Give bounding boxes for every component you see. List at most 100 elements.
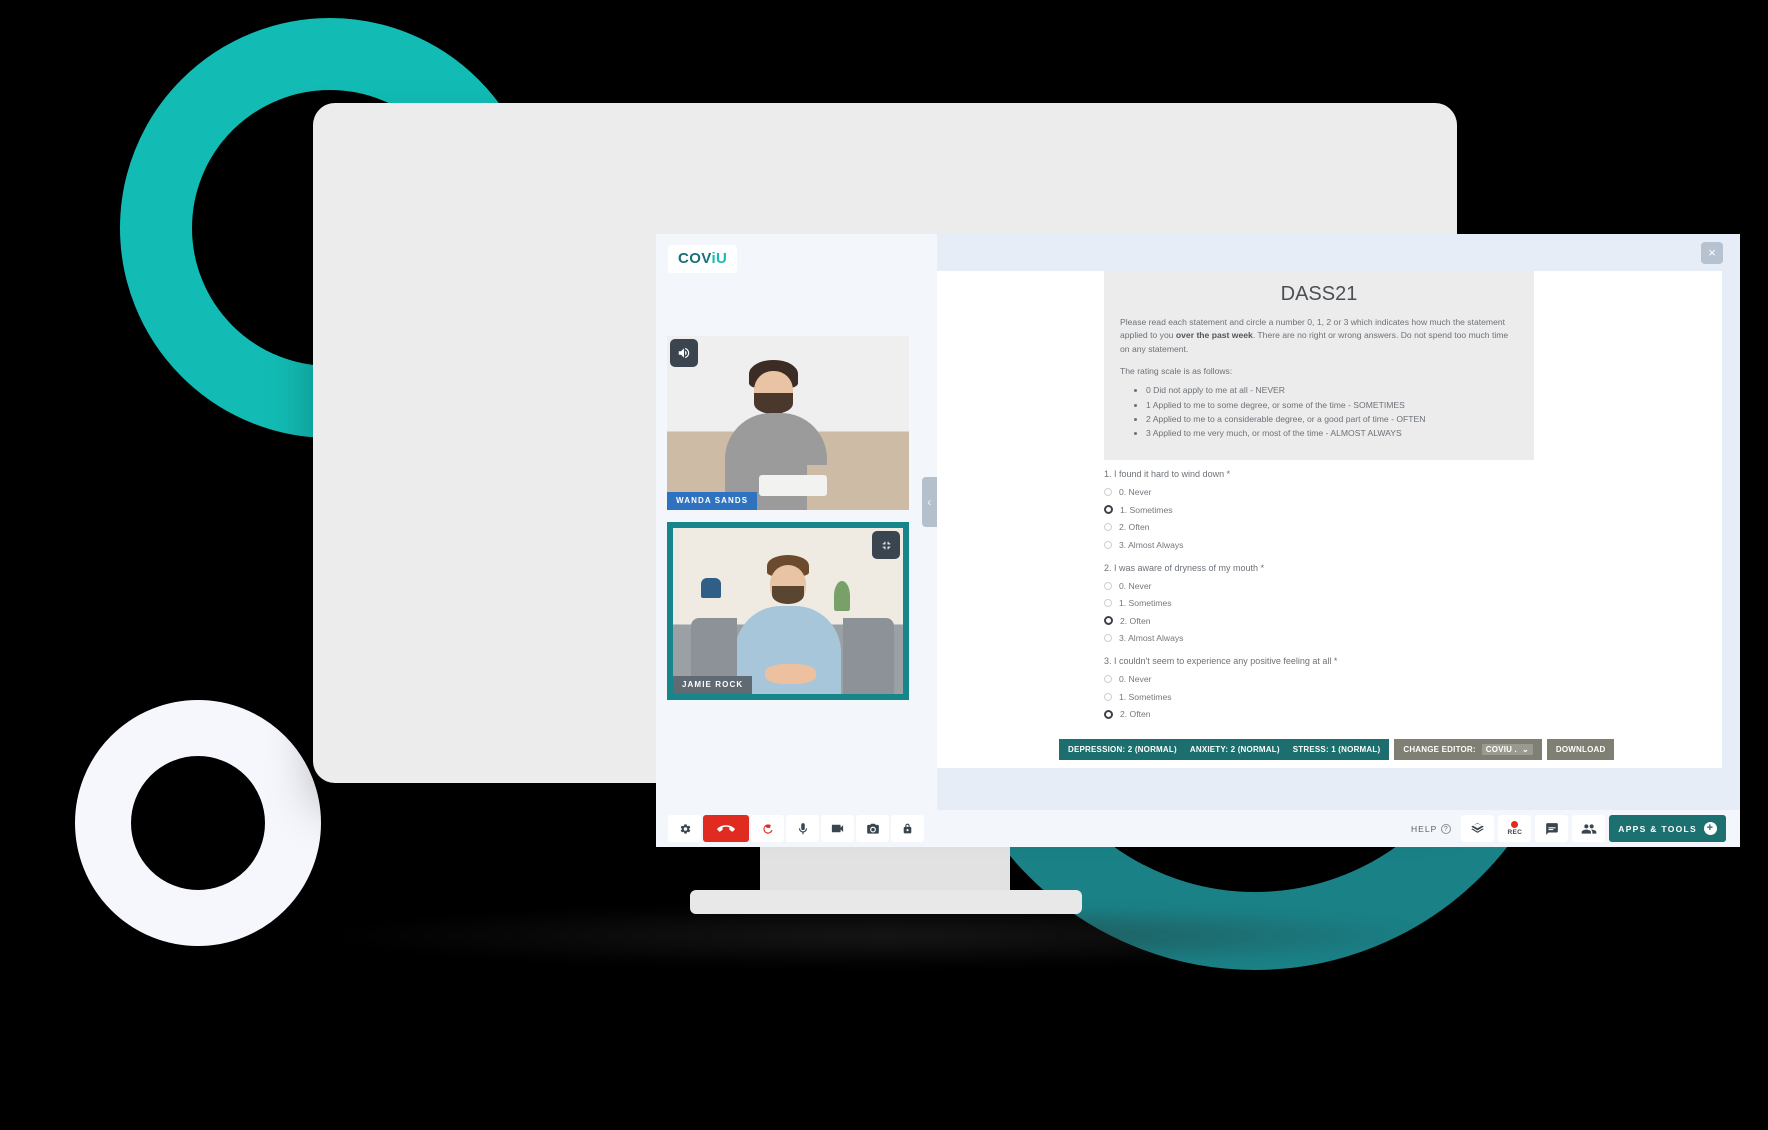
radio-option-label: 0. Never bbox=[1119, 674, 1152, 684]
radio-option[interactable]: 1. Sometimes bbox=[1104, 505, 1574, 515]
call-control-bar: HELP ? REC APPS & TOOLS + bbox=[656, 810, 1740, 847]
radio-icon[interactable] bbox=[1104, 581, 1112, 590]
radio-option[interactable]: 3. Almost Always bbox=[1104, 633, 1574, 643]
change-editor-value: COVIU . bbox=[1485, 745, 1517, 754]
monitor-frame: COViU WANDA SANDS JAMIE ROCK ‹ × DASS21 … bbox=[313, 103, 1740, 847]
radio-icon[interactable] bbox=[1104, 599, 1112, 607]
radio-option-label: 0. Never bbox=[1119, 487, 1152, 497]
participant-name-label: WANDA SANDS bbox=[667, 492, 758, 510]
change-editor-label: CHANGE EDITOR: bbox=[1403, 745, 1476, 754]
question-block: 3. I couldn't seem to experience any pos… bbox=[1104, 656, 1574, 719]
help-label-text: HELP bbox=[1411, 823, 1438, 834]
scale-item: 1 Applied to me to some degree, or some … bbox=[1146, 399, 1518, 412]
record-button[interactable]: REC bbox=[1498, 815, 1532, 842]
settings-button[interactable] bbox=[668, 815, 701, 842]
questions-list: 1. I found it hard to wind down * 0. Nev… bbox=[1104, 469, 1574, 732]
radio-icon[interactable] bbox=[1104, 616, 1113, 625]
shrink-icon[interactable] bbox=[872, 531, 900, 559]
video-tile-self[interactable]: JAMIE ROCK bbox=[667, 522, 909, 700]
radio-option-label: 2. Often bbox=[1120, 709, 1151, 719]
logo-text-primary: COV bbox=[678, 250, 712, 267]
logo-text-secondary: iU bbox=[711, 250, 728, 267]
hangup-button[interactable] bbox=[703, 815, 749, 842]
radio-option[interactable]: 1. Sometimes bbox=[1104, 598, 1574, 608]
chevron-left-icon[interactable]: ‹ bbox=[922, 477, 938, 527]
form-instructions: Please read each statement and circle a … bbox=[1120, 316, 1518, 356]
apps-tools-label: APPS & TOOLS bbox=[1618, 823, 1697, 834]
radio-icon[interactable] bbox=[1104, 692, 1112, 701]
change-editor-select[interactable]: COVIU . ⌄ bbox=[1481, 744, 1533, 755]
depression-score: DEPRESSION: 2 (NORMAL) bbox=[1068, 745, 1177, 754]
speaker-icon[interactable] bbox=[670, 339, 698, 367]
radio-option[interactable]: 0. Never bbox=[1104, 487, 1574, 497]
question-text: 1. I found it hard to wind down * bbox=[1104, 469, 1231, 479]
layers-button[interactable] bbox=[1461, 815, 1495, 842]
participants-button[interactable] bbox=[1572, 815, 1606, 842]
help-button[interactable]: HELP ? bbox=[1411, 823, 1452, 834]
radio-option-label: 1. Sometimes bbox=[1119, 598, 1172, 608]
plus-icon: + bbox=[1704, 822, 1717, 835]
change-editor-control[interactable]: CHANGE EDITOR: COVIU . ⌄ bbox=[1394, 739, 1542, 760]
radio-option-label: 2. Often bbox=[1120, 615, 1151, 626]
radio-option[interactable]: 2. Often bbox=[1104, 709, 1574, 719]
call-controls-right: HELP ? REC APPS & TOOLS + bbox=[1411, 815, 1726, 842]
radio-option-label: 0. Never bbox=[1119, 580, 1152, 591]
panel-topbar: × bbox=[937, 234, 1740, 270]
self-name-label: JAMIE ROCK bbox=[673, 676, 753, 694]
help-icon[interactable]: ? bbox=[1441, 823, 1452, 834]
radio-option-label: 2. Often bbox=[1119, 522, 1150, 532]
chat-button[interactable] bbox=[1535, 815, 1569, 842]
video-rail: COViU WANDA SANDS JAMIE ROCK ‹ bbox=[656, 234, 952, 810]
close-icon[interactable]: × bbox=[1701, 242, 1723, 264]
radio-option-label: 3. Almost Always bbox=[1119, 539, 1184, 550]
question-text: 3. I couldn't seem to experience any pos… bbox=[1104, 656, 1338, 666]
questionnaire-sheet: DASS21 Please read each statement and ci… bbox=[937, 271, 1722, 768]
monitor-base bbox=[690, 890, 1082, 914]
lock-button[interactable] bbox=[891, 815, 924, 842]
microphone-button[interactable] bbox=[786, 815, 819, 842]
question-block: 1. I found it hard to wind down * 0. Nev… bbox=[1104, 469, 1574, 550]
radio-icon[interactable] bbox=[1104, 523, 1112, 531]
anxiety-score: ANXIETY: 2 (NORMAL) bbox=[1189, 745, 1280, 754]
monitor-shadow bbox=[335, 905, 1435, 967]
apps-and-tools-button[interactable]: APPS & TOOLS + bbox=[1609, 815, 1726, 842]
radio-icon[interactable] bbox=[1104, 505, 1113, 514]
radio-option[interactable]: 1. Sometimes bbox=[1104, 692, 1574, 702]
video-tile-remote[interactable]: WANDA SANDS bbox=[667, 336, 909, 510]
results-bar: DEPRESSION: 2 (NORMAL) ANXIETY: 2 (NORMA… bbox=[1059, 739, 1615, 760]
participant-video-feed bbox=[667, 336, 909, 510]
radio-option[interactable]: 0. Never bbox=[1104, 674, 1574, 684]
snapshot-button[interactable] bbox=[856, 815, 889, 842]
radio-option-label: 1. Sometimes bbox=[1120, 504, 1173, 515]
scale-item: 0 Did not apply to me at all - NEVER bbox=[1146, 384, 1518, 397]
radio-option-label: 1. Sometimes bbox=[1119, 691, 1172, 702]
illustration-stage: COViU WANDA SANDS JAMIE ROCK ‹ × DASS21 … bbox=[0, 0, 1768, 1130]
camera-button[interactable] bbox=[821, 815, 854, 842]
radio-icon[interactable] bbox=[1104, 634, 1112, 642]
radio-icon[interactable] bbox=[1104, 709, 1113, 719]
scale-item: 3 Applied to me very much, or most of th… bbox=[1146, 427, 1518, 440]
rating-scale-list: 0 Did not apply to me at all - NEVER 1 A… bbox=[1146, 384, 1518, 440]
stress-score: STRESS: 1 (NORMAL) bbox=[1292, 745, 1381, 754]
scale-header: The rating scale is as follows: bbox=[1120, 365, 1233, 376]
scores-summary: DEPRESSION: 2 (NORMAL) ANXIETY: 2 (NORMA… bbox=[1059, 739, 1390, 760]
coviu-app-screen: COViU WANDA SANDS JAMIE ROCK ‹ × DASS21 … bbox=[656, 234, 1740, 847]
radio-option[interactable]: 2. Often bbox=[1104, 522, 1574, 532]
radio-option[interactable]: 3. Almost Always bbox=[1104, 540, 1574, 550]
instructions-emphasis: over the past week bbox=[1175, 330, 1253, 341]
download-button[interactable]: DOWNLOAD bbox=[1546, 739, 1615, 760]
page-title: DASS21 bbox=[1280, 283, 1358, 305]
radio-option[interactable]: 2. Often bbox=[1104, 616, 1574, 626]
chevron-down-icon[interactable]: ⌄ bbox=[1522, 745, 1529, 754]
refresh-button[interactable] bbox=[751, 815, 784, 842]
radio-icon[interactable] bbox=[1104, 488, 1112, 496]
radio-icon[interactable] bbox=[1104, 675, 1112, 683]
form-intro-box: DASS21 Please read each statement and ci… bbox=[1104, 271, 1534, 460]
call-controls-left bbox=[668, 815, 924, 842]
download-label: DOWNLOAD bbox=[1555, 745, 1606, 754]
self-video-feed bbox=[673, 528, 903, 694]
radio-option[interactable]: 0. Never bbox=[1104, 581, 1574, 591]
decorative-ring-white bbox=[75, 700, 321, 946]
record-dot-icon bbox=[1511, 821, 1519, 828]
radio-icon[interactable] bbox=[1104, 540, 1112, 549]
